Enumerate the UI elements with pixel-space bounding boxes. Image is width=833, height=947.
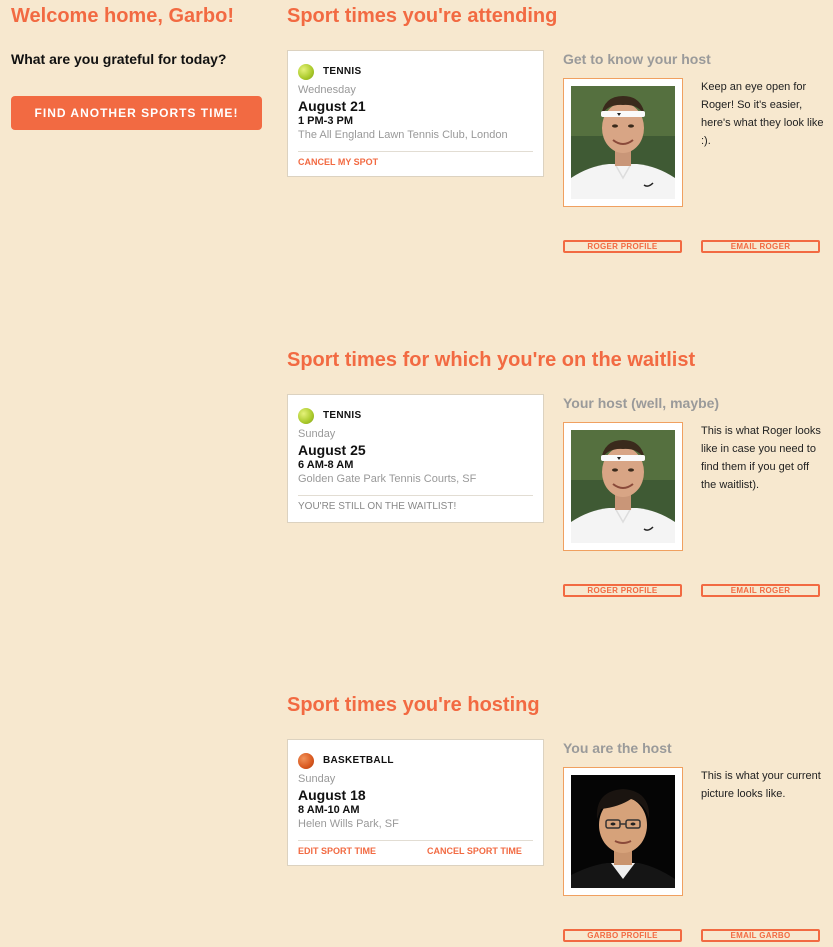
host-avatar: [571, 86, 675, 199]
host-heading: You are the host: [563, 740, 672, 756]
event-time: 1 PM-3 PM: [298, 115, 354, 127]
sport-name: BASKETBALL: [323, 755, 394, 766]
hosting-section-title: Sport times you're hosting: [287, 694, 540, 716]
waitlist-status: YOU'RE STILL ON THE WAITLIST!: [298, 501, 457, 512]
host-photo-frame: [563, 767, 683, 896]
host-avatar: [571, 430, 675, 543]
tennis-ball-icon: [298, 64, 314, 80]
email-roger-button[interactable]: EMAIL ROGER: [701, 584, 820, 597]
card-divider: [298, 151, 533, 152]
hosting-event-card: BASKETBALL Sunday August 18 8 AM-10 AM H…: [287, 739, 544, 866]
attending-event-card: TENNIS Wednesday August 21 1 PM-3 PM The…: [287, 50, 544, 177]
basketball-icon: [298, 753, 314, 769]
host-description: This is what your current picture looks …: [701, 770, 821, 800]
tennis-ball-icon: [298, 408, 314, 424]
event-location: Golden Gate Park Tennis Courts, SF: [298, 473, 477, 485]
host-heading: Get to know your host: [563, 51, 711, 67]
host-description: Keep an eye open for Roger! So it's easi…: [701, 81, 824, 147]
cancel-sport-time-link[interactable]: CANCEL SPORT TIME: [427, 846, 522, 856]
roger-profile-button[interactable]: ROGER PROFILE: [563, 584, 682, 597]
sport-name: TENNIS: [323, 66, 362, 77]
edit-sport-time-link[interactable]: EDIT SPORT TIME: [298, 846, 376, 856]
email-garbo-button[interactable]: EMAIL GARBO: [701, 929, 820, 942]
attending-section-title: Sport times you're attending: [287, 5, 558, 27]
card-divider: [298, 840, 533, 841]
waitlist-event-card: TENNIS Sunday August 25 6 AM-8 AM Golden…: [287, 394, 544, 523]
roger-profile-button[interactable]: ROGER PROFILE: [563, 240, 682, 253]
cancel-spot-link[interactable]: CANCEL MY SPOT: [298, 157, 378, 167]
event-date: August 25: [298, 442, 366, 458]
host-description: This is what Roger looks like in case yo…: [701, 425, 821, 491]
event-day: Sunday: [298, 428, 336, 440]
grateful-prompt: What are you grateful for today?: [11, 51, 227, 67]
host-photo-frame: [563, 422, 683, 551]
event-day: Wednesday: [298, 84, 356, 96]
waitlist-section-title: Sport times for which you're on the wait…: [287, 349, 696, 371]
event-time: 6 AM-8 AM: [298, 459, 354, 471]
find-sports-time-button[interactable]: FIND ANOTHER SPORTS TIME!: [11, 96, 262, 130]
sport-name: TENNIS: [323, 410, 362, 421]
host-heading: Your host (well, maybe): [563, 395, 720, 411]
event-date: August 21: [298, 98, 366, 114]
garbo-profile-button[interactable]: GARBO PROFILE: [563, 929, 682, 942]
email-roger-button[interactable]: EMAIL ROGER: [701, 240, 820, 253]
welcome-heading: Welcome home, Garbo!: [11, 5, 235, 27]
event-time: 8 AM-10 AM: [298, 804, 360, 816]
event-location: Helen Wills Park, SF: [298, 818, 399, 830]
event-location: The All England Lawn Tennis Club, London: [298, 129, 508, 141]
card-divider: [298, 495, 533, 496]
event-day: Sunday: [298, 773, 336, 785]
event-date: August 18: [298, 787, 366, 803]
host-avatar: [571, 775, 675, 888]
host-photo-frame: [563, 78, 683, 207]
